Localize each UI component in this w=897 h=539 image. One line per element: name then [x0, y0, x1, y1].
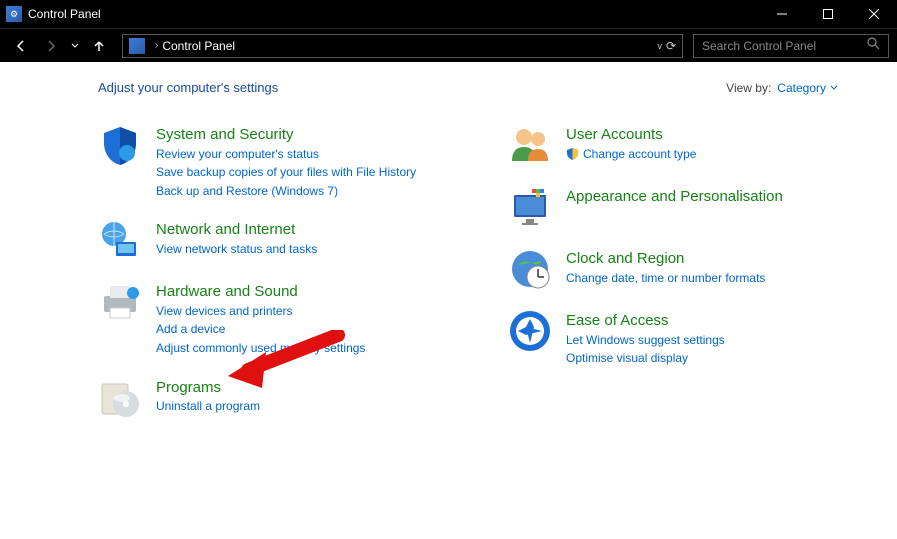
task-link[interactable]: Adjust commonly used mobility settings [156, 339, 365, 358]
forward-button[interactable] [38, 33, 64, 59]
content-area: Adjust your computer's settings View by:… [0, 62, 897, 420]
window-title: Control Panel [28, 7, 759, 21]
control-panel-icon: ⚙ [6, 6, 22, 22]
search-icon [867, 37, 880, 55]
task-link[interactable]: View network status and tasks [156, 240, 317, 259]
task-link[interactable]: Review your computer's status [156, 145, 416, 164]
category-title-link[interactable]: Programs [156, 379, 221, 396]
uac-shield-icon [566, 147, 579, 160]
category-user-accounts: User Accounts Change account type [508, 123, 848, 167]
category-column-left: System and Security Review your computer… [98, 123, 438, 420]
search-box[interactable] [693, 34, 889, 58]
address-bar[interactable]: › Control Panel v ⟳ [122, 34, 683, 58]
up-button[interactable] [86, 33, 112, 59]
category-title-link[interactable]: System and Security [156, 126, 294, 143]
category-hardware-sound: Hardware and Sound View devices and prin… [98, 280, 438, 357]
task-link[interactable]: View devices and printers [156, 302, 365, 321]
view-by-control: View by: Category [726, 81, 838, 95]
category-title-link[interactable]: Clock and Region [566, 250, 684, 267]
category-ease-of-access: Ease of Access Let Windows suggest setti… [508, 309, 848, 368]
address-dropdown-icon[interactable]: v [657, 41, 662, 51]
category-title-link[interactable]: User Accounts [566, 126, 663, 143]
category-network-internet: Network and Internet View network status… [98, 218, 438, 262]
category-title-link[interactable]: Ease of Access [566, 312, 669, 329]
category-system-security: System and Security Review your computer… [98, 123, 438, 200]
category-column-right: User Accounts Change account type Appear… [508, 123, 848, 420]
page-heading: Adjust your computer's settings [98, 80, 278, 95]
search-input[interactable] [702, 39, 867, 53]
breadcrumb-item[interactable]: Control Panel [162, 39, 235, 53]
chevron-down-icon [830, 84, 838, 92]
view-by-value: Category [777, 81, 826, 95]
category-programs: Programs Uninstall a program [98, 376, 438, 420]
back-button[interactable] [8, 33, 34, 59]
shield-icon [98, 123, 142, 167]
task-link[interactable]: Optimise visual display [566, 349, 725, 368]
category-title-link[interactable]: Appearance and Personalisation [566, 188, 783, 205]
task-link[interactable]: Let Windows suggest settings [566, 331, 725, 350]
category-appearance-personalisation: Appearance and Personalisation [508, 185, 848, 229]
title-bar: ⚙ Control Panel [0, 0, 897, 28]
user-accounts-icon [508, 123, 552, 167]
maximize-button[interactable] [805, 0, 851, 28]
task-link[interactable]: Back up and Restore (Windows 7) [156, 182, 416, 201]
programs-disc-icon [98, 376, 142, 420]
close-button[interactable] [851, 0, 897, 28]
task-link[interactable]: Add a device [156, 320, 365, 339]
task-link[interactable]: Change date, time or number formats [566, 269, 765, 288]
minimize-button[interactable] [759, 0, 805, 28]
category-title-link[interactable]: Hardware and Sound [156, 283, 298, 300]
monitor-personalisation-icon [508, 185, 552, 229]
category-title-link[interactable]: Network and Internet [156, 221, 295, 238]
task-link[interactable]: Change account type [583, 145, 696, 164]
breadcrumb-separator-icon: › [155, 40, 158, 51]
printer-icon [98, 280, 142, 324]
clock-globe-icon [508, 247, 552, 291]
task-link[interactable]: Save backup copies of your files with Fi… [156, 163, 416, 182]
view-by-dropdown[interactable]: Category [777, 81, 838, 95]
navigation-toolbar: › Control Panel v ⟳ [0, 28, 897, 62]
task-link[interactable]: Uninstall a program [156, 397, 260, 416]
view-by-label: View by: [726, 81, 771, 95]
recent-locations-button[interactable] [68, 33, 82, 59]
ease-of-access-icon [508, 309, 552, 353]
globe-network-icon [98, 218, 142, 262]
category-clock-region: Clock and Region Change date, time or nu… [508, 247, 848, 291]
control-panel-mini-icon [129, 38, 145, 54]
refresh-button[interactable]: ⟳ [666, 39, 676, 53]
